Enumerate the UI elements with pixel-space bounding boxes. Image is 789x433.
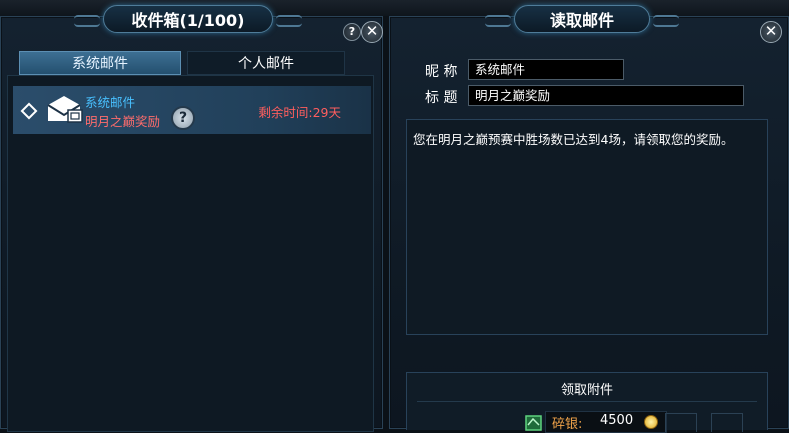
- inbox-title-banner: 收件箱(1/100): [74, 5, 302, 33]
- mail-body-text: 您在明月之巅预赛中胜场数已达到4场，请领取您的奖励。: [413, 132, 734, 147]
- reader-close-button[interactable]: ✕: [760, 21, 782, 43]
- subject-field: 明月之巅奖励: [468, 85, 744, 106]
- currency-label: 碎银:: [552, 417, 583, 432]
- currency-row: 碎银: 4500: [545, 411, 667, 433]
- attachment-item-icon: [525, 415, 542, 431]
- mail-sender: 系统邮件: [85, 95, 136, 110]
- mail-list-item[interactable]: 系统邮件 明月之巅奖励 ? 剩余时间:29天: [13, 86, 371, 134]
- attachment-slot[interactable]: [711, 413, 743, 432]
- ornament-right: [276, 15, 302, 27]
- inbox-title: 收件箱(1/100): [131, 11, 245, 30]
- tab-system-mail[interactable]: 系统邮件: [19, 51, 181, 75]
- claim-attachment-button[interactable]: 领取附件: [407, 379, 767, 398]
- question-mark-icon[interactable]: ?: [171, 106, 195, 130]
- coin-icon: [644, 415, 658, 429]
- inbox-help-button[interactable]: ?: [343, 23, 361, 41]
- nickname-label: 昵 称: [425, 64, 458, 80]
- mail-remaining-time: 剩余时间:29天: [258, 105, 341, 120]
- mail-tab-bar: 系统邮件 个人邮件: [19, 51, 345, 75]
- mail-body: 您在明月之巅预赛中胜场数已达到4场，请领取您的奖励。: [406, 119, 768, 335]
- nickname-field: 系统邮件: [468, 59, 624, 80]
- ornament-left: [74, 15, 100, 27]
- ornament-right: [653, 15, 679, 27]
- attachment-panel: 领取附件 碎银: 4500: [406, 372, 768, 433]
- selection-diamond-icon: [20, 102, 38, 120]
- reader-title-banner: 读取邮件: [485, 5, 679, 33]
- inbox-panel: 收件箱(1/100) ? ✕ 系统邮件 个人邮件 系统邮件 明月之巅奖励 ? 剩…: [0, 5, 383, 432]
- mail-list: 系统邮件 明月之巅奖励 ? 剩余时间:29天: [7, 75, 374, 432]
- reader-title: 读取邮件: [549, 11, 614, 30]
- read-mail-panel: 读取邮件 ✕ 昵 称 系统邮件 标 题 明月之巅奖励 您在明月之巅预赛中胜场数已…: [389, 5, 789, 433]
- currency-amount: 4500: [600, 413, 634, 428]
- inbox-close-button[interactable]: ✕: [361, 21, 383, 43]
- attachment-divider: [417, 401, 757, 402]
- ornament-left: [485, 15, 511, 27]
- envelope-icon: [47, 96, 83, 123]
- mail-subject: 明月之巅奖励: [85, 114, 161, 129]
- subject-label: 标 题: [425, 90, 458, 106]
- attachment-slot[interactable]: [665, 413, 697, 432]
- tab-personal-mail[interactable]: 个人邮件: [187, 51, 345, 75]
